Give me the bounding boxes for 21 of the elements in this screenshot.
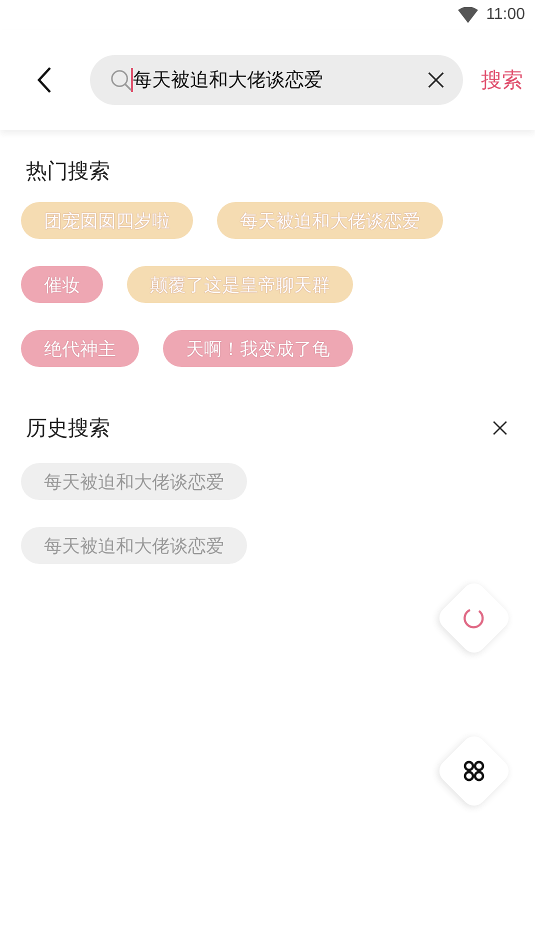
wifi-icon [458, 7, 478, 23]
search-icon [110, 68, 133, 92]
hot-search-tag[interactable]: 颠覆了这是皇帝聊天群 [127, 266, 353, 303]
hot-search-tag[interactable]: 绝代神主 [21, 330, 139, 367]
loading-icon [462, 606, 486, 630]
section-title: 历史搜索 [26, 415, 110, 442]
clear-icon[interactable] [427, 71, 445, 89]
search-button[interactable]: 搜索 [481, 62, 523, 98]
history-tag[interactable]: 每天被迫和大佬谈恋爱 [21, 527, 247, 564]
section-title: 热门搜索 [26, 158, 111, 185]
grid-icon [462, 759, 486, 783]
search-field[interactable]: 每天被迫和大佬谈恋爱 [133, 69, 427, 91]
back-icon[interactable] [36, 66, 52, 94]
hot-search-tag[interactable]: 每天被迫和大佬谈恋爱 [217, 202, 443, 239]
search-bar[interactable]: 每天被迫和大佬谈恋爱 [90, 55, 463, 105]
history-tag[interactable]: 每天被迫和大佬谈恋爱 [21, 463, 247, 500]
status-time: 11:00 [486, 6, 525, 24]
hot-search-tag[interactable]: 催妆 [21, 266, 103, 303]
hot-search-tag[interactable]: 团宠囡囡四岁啦 [21, 202, 193, 239]
hot-search-tag[interactable]: 天啊！我变成了龟 [163, 330, 353, 367]
clear-history-icon[interactable] [492, 420, 508, 436]
